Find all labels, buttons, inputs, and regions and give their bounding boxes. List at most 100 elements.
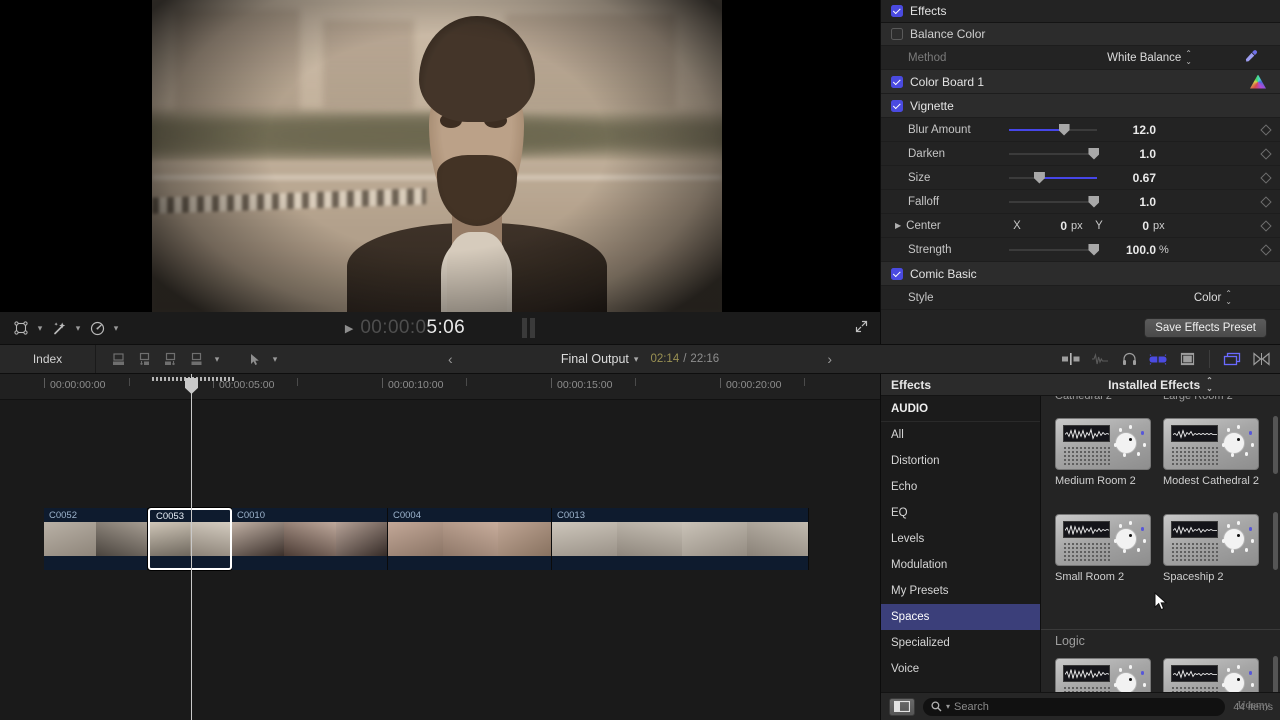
param-value[interactable]: 1.0 xyxy=(1097,147,1159,161)
primary-storyline[interactable]: C0052 C0053 C0010 C0004 C0013 xyxy=(44,508,809,570)
playhead[interactable] xyxy=(185,374,198,720)
param-label-center[interactable]: ▶ Center xyxy=(881,220,1009,232)
overwrite-icon[interactable] xyxy=(158,347,182,371)
eyedropper-icon[interactable] xyxy=(1244,49,1258,66)
keyframe-diamond-icon[interactable] xyxy=(1260,195,1272,208)
clip-layout-icon[interactable] xyxy=(1219,347,1245,371)
timeline-clip[interactable]: C0004 xyxy=(388,508,552,570)
param-value[interactable]: 12.0 xyxy=(1097,123,1159,137)
effects-grid-scrollbar[interactable] xyxy=(1273,416,1278,474)
project-name-label[interactable]: Final Output xyxy=(561,352,629,366)
next-project-button[interactable]: › xyxy=(819,351,840,367)
style-popup-menu[interactable]: Color ⌃ ⌄ xyxy=(1194,290,1232,305)
effects-category-sidebar[interactable]: AUDIO All Distortion Echo EQ Levels Modu… xyxy=(881,396,1041,692)
category-item-eq[interactable]: EQ xyxy=(881,500,1040,526)
category-item-modulation[interactable]: Modulation xyxy=(881,552,1040,578)
expand-arrows-icon[interactable] xyxy=(855,320,868,338)
timeline-pane[interactable]: 00:00:00:00 00:00:05:00 00:00:10:00 00:0… xyxy=(0,374,880,720)
keyframe-diamond-icon[interactable] xyxy=(1260,123,1272,136)
tools-caret-icon[interactable]: ▾ xyxy=(268,347,282,371)
param-row-falloff[interactable]: Falloff 1.0 xyxy=(881,190,1280,214)
method-popup-menu[interactable]: White Balance ⌃ ⌄ xyxy=(1107,50,1192,65)
index-button[interactable]: Index xyxy=(0,345,96,373)
category-item-levels[interactable]: Levels xyxy=(881,526,1040,552)
timeline-clip-selected[interactable]: C0053 xyxy=(148,508,232,570)
balance-color-checkbox[interactable] xyxy=(891,28,903,40)
vignette-checkbox[interactable] xyxy=(891,99,903,112)
comic-basic-checkbox[interactable] xyxy=(891,267,903,280)
category-item-spaces[interactable]: Spaces xyxy=(881,604,1040,630)
audio-meters-icon[interactable] xyxy=(1145,347,1171,371)
edit-tools-caret-icon[interactable]: ▾ xyxy=(210,347,224,371)
keyframe-diamond-icon[interactable] xyxy=(1260,147,1272,160)
browser-toggle-icon[interactable] xyxy=(1248,347,1274,371)
transform-menu-caret-icon[interactable]: ▾ xyxy=(33,316,47,340)
append-icon[interactable] xyxy=(106,347,130,371)
param-row-center[interactable]: ▶ Center X 0 px Y 0 px xyxy=(881,214,1280,238)
audio-waveform-icon[interactable] xyxy=(1087,347,1113,371)
category-item-echo[interactable]: Echo xyxy=(881,474,1040,500)
strength-slider[interactable] xyxy=(1009,243,1100,257)
speedometer-icon[interactable] xyxy=(86,316,108,340)
timeline-clip[interactable]: C0010 xyxy=(232,508,388,570)
center-x-value[interactable]: 0 xyxy=(1025,219,1067,233)
effect-tile-medium-room-2[interactable]: Medium Room 2 xyxy=(1055,418,1159,488)
param-value[interactable]: 100.0 xyxy=(1097,243,1159,257)
effects-grid-scrollbar[interactable] xyxy=(1273,656,1278,692)
arrow-select-icon[interactable] xyxy=(242,347,266,371)
chevron-down-icon[interactable]: ▾ xyxy=(634,354,639,365)
param-row-size[interactable]: Size 0.67 xyxy=(881,166,1280,190)
save-effects-preset-button[interactable]: Save Effects Preset xyxy=(1144,318,1267,338)
sidebar-toggle-icon[interactable] xyxy=(889,697,915,716)
effect-section-vignette[interactable]: Vignette xyxy=(881,94,1280,118)
effect-section-balance-color[interactable]: Balance Color xyxy=(881,22,1280,46)
keyframe-diamond-icon[interactable] xyxy=(1260,243,1272,256)
connect-icon[interactable] xyxy=(184,347,208,371)
size-slider[interactable] xyxy=(1009,171,1097,185)
param-row-method[interactable]: Method White Balance ⌃ ⌄ xyxy=(881,46,1280,70)
darken-slider[interactable] xyxy=(1009,147,1100,161)
param-row-blur-amount[interactable]: Blur Amount 12.0 xyxy=(881,118,1280,142)
timeline-clip[interactable]: C0052 xyxy=(44,508,148,570)
search-filter-caret-icon[interactable]: ▾ xyxy=(946,702,950,711)
transform-tool-icon[interactable] xyxy=(10,316,32,340)
keyframe-diamond-icon[interactable] xyxy=(1260,171,1272,184)
param-row-darken[interactable]: Darken 1.0 xyxy=(881,142,1280,166)
effect-tile-spaceship-2[interactable]: Spaceship 2 xyxy=(1163,514,1267,584)
timeline-clip[interactable]: C0013 xyxy=(552,508,809,570)
param-row-style[interactable]: Style Color ⌃ ⌄ xyxy=(881,286,1280,310)
effects-grid[interactable]: Cathedral 2 Large Room 2 Medium Room 2 M… xyxy=(1041,396,1280,692)
color-board-icon[interactable] xyxy=(1250,74,1266,89)
effect-tile-small-room-2[interactable]: Small Room 2 xyxy=(1055,514,1159,584)
color-board-checkbox[interactable] xyxy=(891,75,903,88)
effect-tile-logic-1[interactable] xyxy=(1055,658,1151,692)
enhance-menu-caret-icon[interactable]: ▾ xyxy=(71,316,85,340)
clip-appearance-icon[interactable] xyxy=(1058,347,1084,371)
param-value[interactable]: 1.0 xyxy=(1097,195,1159,209)
category-item-distortion[interactable]: Distortion xyxy=(881,448,1040,474)
effects-grid-scrollbar[interactable] xyxy=(1273,512,1278,570)
previous-project-button[interactable]: ‹ xyxy=(440,351,461,367)
falloff-slider[interactable] xyxy=(1009,195,1100,209)
category-item-voice[interactable]: Voice xyxy=(881,656,1040,682)
effect-section-color-board[interactable]: Color Board 1 xyxy=(881,70,1280,94)
category-item-all[interactable]: All xyxy=(881,422,1040,448)
param-row-strength[interactable]: Strength 100.0 % xyxy=(881,238,1280,262)
blur-amount-slider[interactable] xyxy=(1009,123,1097,137)
center-y-value[interactable]: 0 xyxy=(1107,219,1149,233)
search-input[interactable]: ▾ Search xyxy=(923,697,1226,716)
effect-tile-modest-cathedral-2[interactable]: Modest Cathedral 2 xyxy=(1163,418,1267,488)
disclosure-triangle-icon[interactable]: ▶ xyxy=(895,221,901,230)
timeline-ruler[interactable]: 00:00:00:00 00:00:05:00 00:00:10:00 00:0… xyxy=(0,374,880,400)
effect-section-comic-basic[interactable]: Comic Basic xyxy=(881,262,1280,286)
installed-effects-popup[interactable]: Installed Effects ⌃ ⌄ xyxy=(1041,377,1280,392)
magic-wand-icon[interactable] xyxy=(48,316,70,340)
video-filmstrip-icon[interactable] xyxy=(1174,347,1200,371)
effect-tile-logic-2[interactable] xyxy=(1163,658,1259,692)
category-item-my-presets[interactable]: My Presets xyxy=(881,578,1040,604)
retime-menu-caret-icon[interactable]: ▾ xyxy=(109,316,123,340)
effects-enable-checkbox[interactable] xyxy=(891,5,903,17)
insert-icon[interactable] xyxy=(132,347,156,371)
category-item-specialized[interactable]: Specialized xyxy=(881,630,1040,656)
headphone-icon[interactable] xyxy=(1116,347,1142,371)
